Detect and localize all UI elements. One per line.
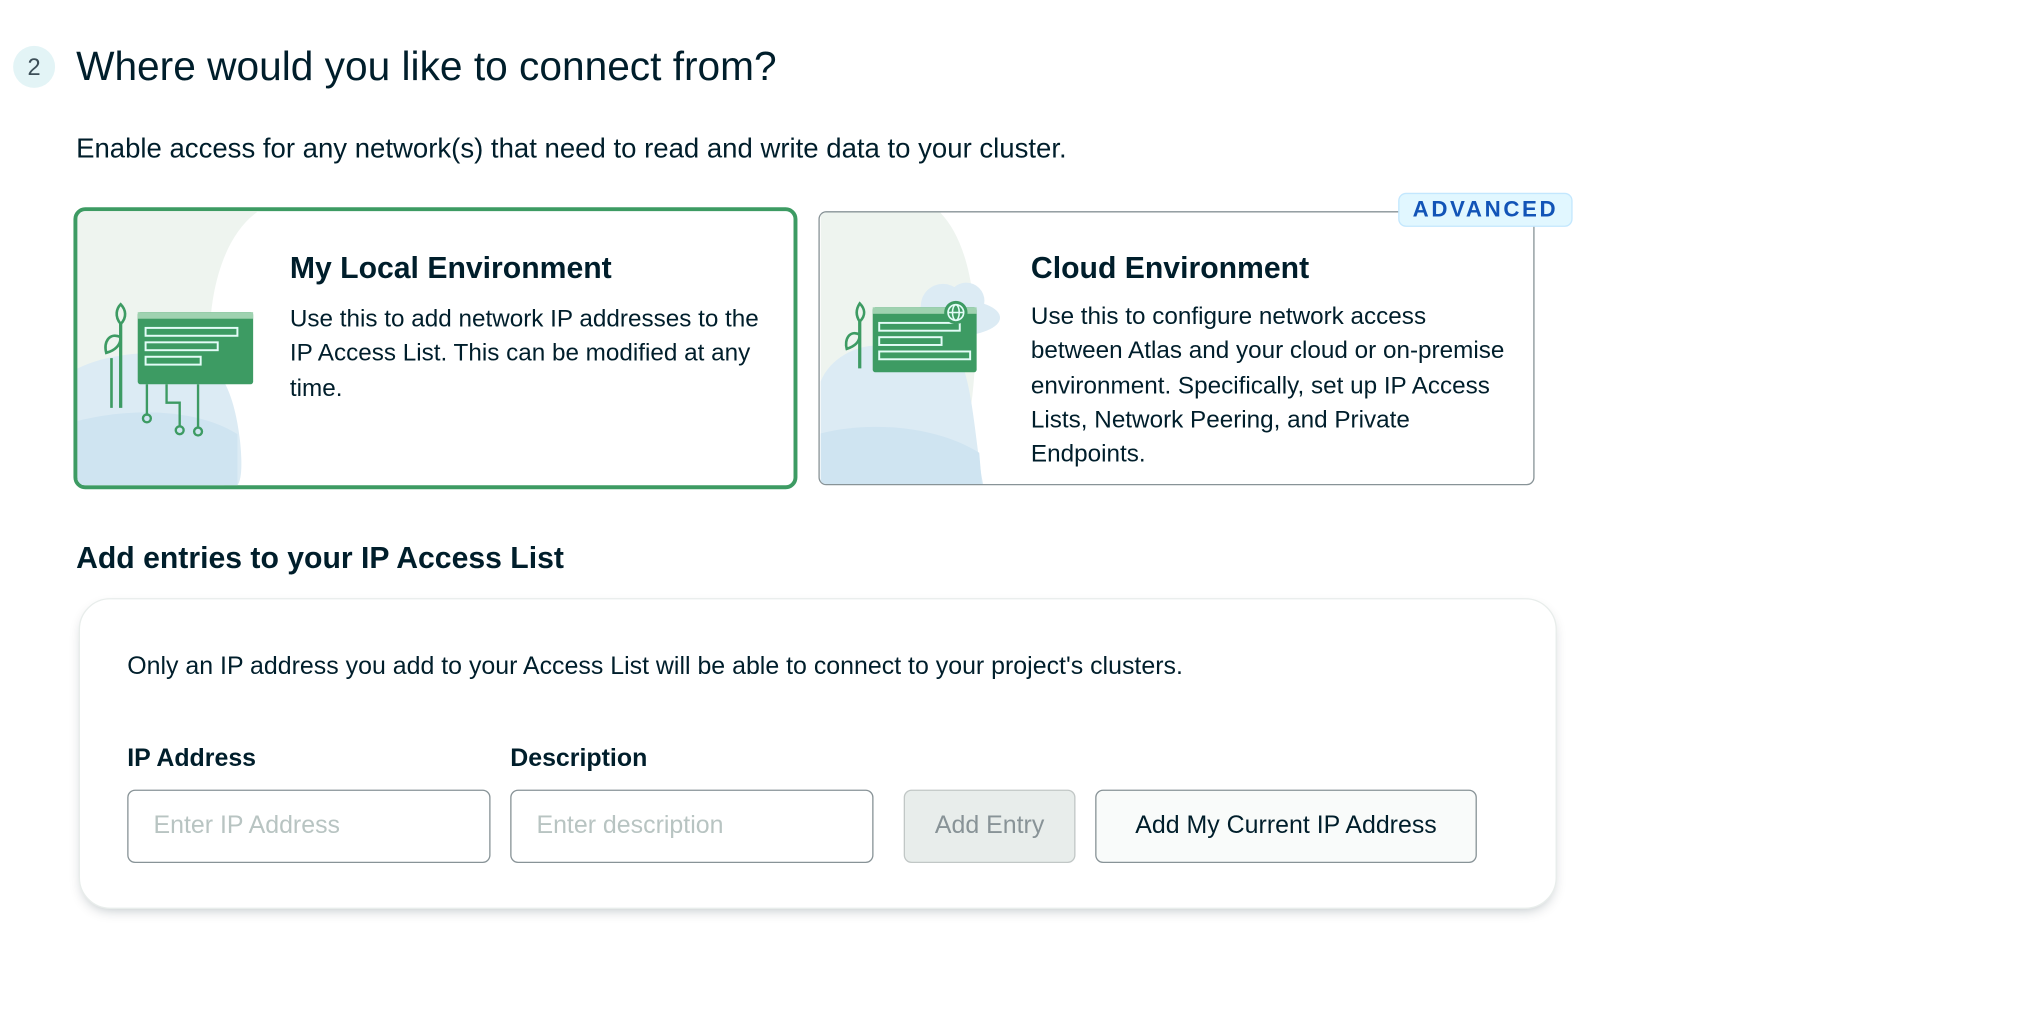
connect-step: 2 Where would you like to connect from? … (0, 0, 2042, 1013)
description-input[interactable] (510, 789, 874, 864)
local-environment-description: Use this to add network IP addresses to … (289, 304, 759, 401)
cloud-environment-title: Cloud Environment (1030, 250, 1310, 285)
step-description: Enable access for any network(s) that ne… (76, 133, 1067, 164)
cloud-environment-card[interactable]: Cloud Environment Use this to configure … (818, 211, 1535, 486)
ip-address-input[interactable] (127, 789, 491, 864)
cloud-network-illustration-icon (820, 212, 1001, 484)
description-label: Description (510, 744, 648, 773)
local-network-illustration-icon (77, 211, 259, 486)
step-number-badge: 2 (13, 45, 56, 88)
add-entry-button[interactable]: Add Entry (903, 789, 1076, 864)
step-title: Where would you like to connect from? (76, 43, 777, 90)
access-list-note: Only an IP address you add to your Acces… (127, 653, 1183, 681)
cloud-environment-description: Use this to configure network access bet… (1030, 301, 1505, 468)
ip-address-label: IP Address (127, 744, 257, 773)
local-environment-title: My Local Environment (289, 250, 612, 285)
access-list-panel: Only an IP address you add to your Acces… (78, 598, 1557, 909)
advanced-badge: ADVANCED (1398, 192, 1573, 227)
add-current-ip-button[interactable]: Add My Current IP Address (1095, 789, 1477, 864)
local-environment-card[interactable]: My Local Environment Use this to add net… (73, 207, 798, 490)
access-list-heading: Add entries to your IP Access List (76, 540, 564, 575)
